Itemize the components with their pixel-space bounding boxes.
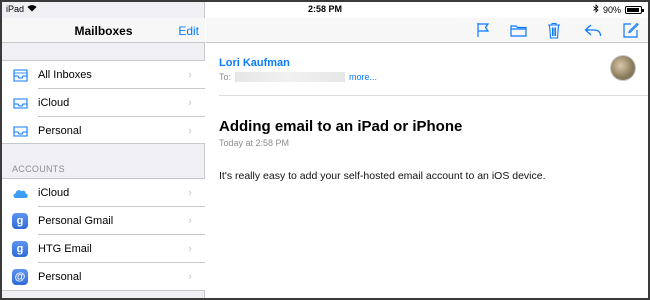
mailboxes-list: All Inboxes › iCloud › Personal ›	[2, 60, 205, 144]
at-icon: @	[11, 268, 29, 286]
chevron-right-icon: ›	[188, 187, 192, 199]
reply-icon[interactable]	[583, 20, 603, 40]
status-right: 90%	[593, 4, 644, 15]
account-icloud[interactable]: iCloud ›	[2, 179, 205, 207]
message-date: Today at 2:58 PM	[219, 138, 290, 148]
chevron-right-icon: ›	[188, 69, 192, 81]
mailboxes-pane: Mailboxes Edit All Inboxes › iCloud › Pe…	[2, 2, 205, 298]
accounts-section-header: ACCOUNTS	[12, 164, 65, 174]
flag-icon[interactable]	[473, 20, 493, 40]
account-label: HTG Email	[38, 243, 92, 255]
battery-icon	[625, 5, 644, 14]
trash-icon[interactable]	[544, 20, 564, 40]
sender-avatar	[610, 55, 636, 81]
mailbox-icloud[interactable]: iCloud ›	[2, 89, 205, 117]
gmail-icon: g	[11, 212, 29, 230]
folder-icon[interactable]	[508, 20, 528, 40]
accounts-list: iCloud › g Personal Gmail › g HTG Email …	[2, 178, 205, 291]
message-pane: Lori Kaufman To: more... Adding email to…	[206, 2, 648, 298]
header-divider	[219, 95, 648, 96]
status-time: 2:58 PM	[307, 4, 342, 14]
message-subject: Adding email to an iPad or iPhone	[219, 118, 463, 135]
compose-icon[interactable]	[620, 20, 640, 40]
sender-name[interactable]: Lori Kaufman	[219, 57, 290, 69]
battery-percent: 90%	[602, 4, 621, 15]
account-label: iCloud	[38, 187, 70, 199]
mailboxes-title: Mailboxes	[74, 24, 133, 38]
mailbox-label: Personal	[38, 125, 82, 137]
recipients-line: To: more...	[219, 72, 377, 82]
account-label: Personal Gmail	[38, 215, 114, 227]
message-body: It's really easy to add your self-hosted…	[219, 170, 546, 182]
edit-button[interactable]: Edit	[178, 24, 199, 38]
chevron-right-icon: ›	[188, 215, 192, 227]
chevron-right-icon: ›	[188, 271, 192, 283]
inbox-icon	[11, 94, 29, 112]
more-recipients-link[interactable]: more...	[349, 72, 377, 82]
mailbox-label: All Inboxes	[38, 69, 92, 81]
bluetooth-icon	[593, 4, 599, 15]
inbox-icon	[11, 122, 29, 140]
icloud-icon	[11, 184, 29, 202]
message-toolbar	[206, 18, 648, 43]
gmail-icon: g	[11, 240, 29, 258]
to-label: To:	[219, 72, 232, 82]
inbox-icon	[11, 66, 29, 84]
chevron-right-icon: ›	[188, 97, 192, 109]
status-bar: iPad 2:58 PM 90%	[2, 2, 648, 18]
ipad-screen: Mailboxes Edit All Inboxes › iCloud › Pe…	[0, 0, 650, 300]
mailbox-label: iCloud	[38, 97, 70, 109]
chevron-right-icon: ›	[188, 243, 192, 255]
account-personal[interactable]: @ Personal ›	[2, 263, 205, 291]
account-label: Personal	[38, 271, 82, 283]
mailboxes-header: Mailboxes Edit	[2, 18, 205, 43]
mailbox-personal[interactable]: Personal ›	[2, 117, 205, 145]
mailbox-all-inboxes[interactable]: All Inboxes ›	[2, 61, 205, 89]
chevron-right-icon: ›	[188, 125, 192, 137]
redacted-recipient	[235, 72, 346, 82]
account-htg-email[interactable]: g HTG Email ›	[2, 235, 205, 263]
account-personal-gmail[interactable]: g Personal Gmail ›	[2, 207, 205, 235]
